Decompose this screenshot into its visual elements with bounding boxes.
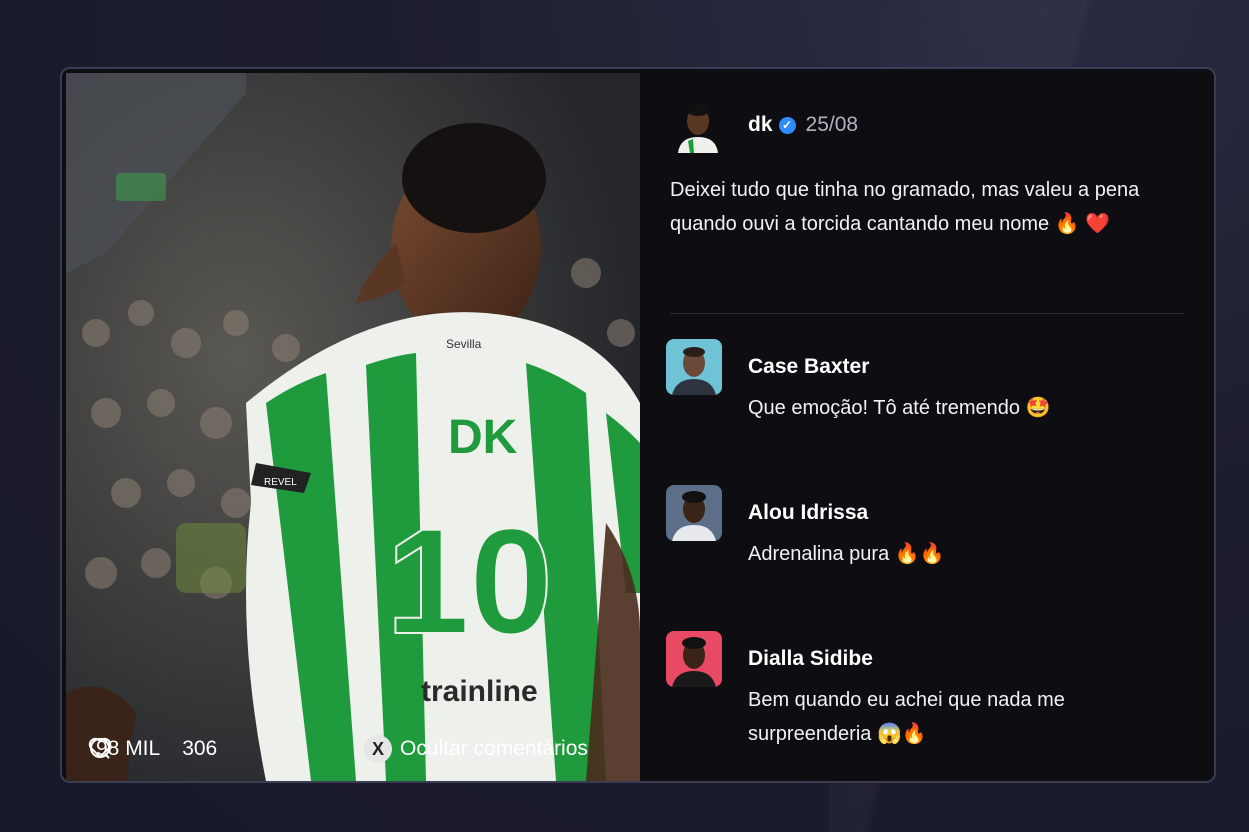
svg-text:DK: DK	[448, 411, 518, 464]
post-date: 25/08	[805, 113, 859, 136]
avatar[interactable]	[666, 339, 722, 395]
post-card: REVEL Sevilla DK 10 trainline 98 MIL 306…	[60, 67, 1216, 783]
avatar[interactable]	[666, 631, 722, 687]
comments-panel: dk ✓ 25/08 Deixei tudo que tinha no gram…	[640, 69, 1214, 781]
avatar	[670, 97, 726, 153]
comments-count: 306	[182, 737, 218, 760]
comment-text: Que emoção! Tô até tremendo 🤩	[748, 397, 1051, 419]
svg-text:10: 10	[386, 497, 553, 665]
svg-text:Sevilla: Sevilla	[446, 337, 482, 351]
player-illustration: REVEL Sevilla DK 10 trainline	[66, 73, 640, 781]
svg-text:REVEL: REVEL	[264, 477, 297, 488]
avatar[interactable]	[666, 485, 722, 541]
comment-author[interactable]: Dialla Sidibe	[748, 647, 873, 671]
comment-text: Bem quando eu achei que nada me surpreen…	[748, 689, 1065, 745]
svg-text:trainline: trainline	[421, 675, 538, 708]
post-caption: Deixei tudo que tinha no gramado, mas va…	[670, 179, 1140, 235]
hide-comments-label: Ocultar comentários	[400, 737, 588, 760]
x-button-icon: X	[364, 735, 392, 763]
author-name: dk	[748, 113, 773, 136]
comment-text: Adrenalina pura 🔥🔥	[748, 543, 945, 565]
divider	[670, 313, 1184, 314]
hide-comments-button[interactable]: X Ocultar comentários	[364, 735, 588, 763]
post-stats: 98 MIL 306	[88, 737, 231, 761]
post-author[interactable]: dk ✓ 25/08	[670, 97, 858, 153]
comment-author[interactable]: Case Baxter	[748, 355, 869, 379]
comment-author[interactable]: Alou Idrissa	[748, 501, 868, 525]
verified-icon: ✓	[778, 116, 796, 134]
post-image: REVEL Sevilla DK 10 trainline 98 MIL 306…	[66, 73, 640, 781]
